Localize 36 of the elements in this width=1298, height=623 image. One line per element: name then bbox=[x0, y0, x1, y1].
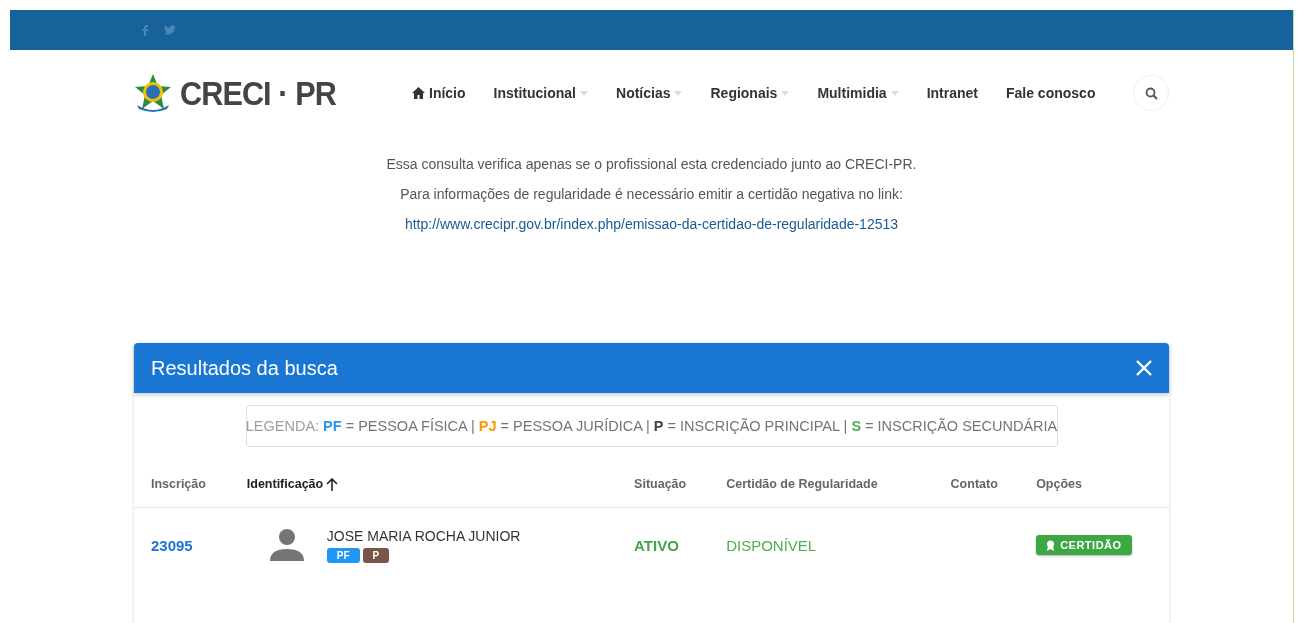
nav-link[interactable]: Início bbox=[412, 85, 466, 101]
caret-icon bbox=[674, 90, 683, 96]
logo-text: CRECI · PR bbox=[180, 73, 336, 113]
person-icon bbox=[268, 527, 305, 563]
column-header[interactable]: Opções bbox=[1036, 477, 1082, 491]
emblem-icon bbox=[134, 73, 172, 113]
person-name: JOSE MARIA ROCHA JUNIOR bbox=[326, 527, 521, 544]
nav-link[interactable]: Fale conosco bbox=[1005, 85, 1096, 101]
registration-link[interactable]: 23095 bbox=[151, 536, 193, 554]
column-header[interactable]: Contato bbox=[950, 477, 998, 491]
caret-icon bbox=[781, 90, 790, 96]
sort-arrow-icon bbox=[326, 477, 339, 491]
notice-text: Para informações de regularidade é necessário emitir a certidão negativa no link: bbox=[399, 186, 904, 202]
status-text: ATIVO bbox=[634, 536, 679, 554]
nav-link[interactable]: Intranet bbox=[926, 85, 978, 101]
column-header[interactable]: Situação bbox=[634, 477, 687, 491]
award-icon bbox=[1046, 539, 1056, 551]
column-header[interactable]: Certidão de Regularidade bbox=[726, 477, 878, 491]
nav-link[interactable]: Regionais bbox=[710, 85, 790, 101]
caret-icon bbox=[890, 90, 899, 96]
legend-text: LEGENDA: PF = PESSOA FÍSICA | PJ = PESSOA JURÍDICA | P = INSCRIÇÃO PRINCIPAL | S = INSCRIÇÃO SECUNDÁRIA bbox=[245, 405, 1058, 447]
home-icon bbox=[412, 87, 425, 99]
caret-icon bbox=[580, 90, 588, 96]
search-icon bbox=[1144, 86, 1158, 100]
nav-link[interactable]: Multimidia bbox=[817, 85, 899, 101]
tag-label: P bbox=[362, 547, 390, 563]
column-header[interactable]: Inscrição bbox=[151, 477, 206, 491]
tag-label: PF bbox=[326, 547, 360, 563]
nav-link[interactable]: Institucional bbox=[493, 85, 588, 101]
card-title: Resultados da busca bbox=[151, 356, 338, 380]
column-header[interactable]: Identificação bbox=[246, 477, 339, 491]
certificate-status: DISPONÍVEL bbox=[726, 536, 817, 554]
close-icon[interactable] bbox=[1136, 360, 1152, 376]
certificate-link[interactable]: http://www.crecipr.gov.br/index.php/emissao-da-certidao-de-regularidade-12513 bbox=[404, 216, 899, 232]
notice-text: Essa consulta verifica apenas se o profissional esta credenciado junto ao CRECI-PR. bbox=[385, 156, 918, 172]
nav-link[interactable]: Notícias bbox=[616, 85, 683, 101]
